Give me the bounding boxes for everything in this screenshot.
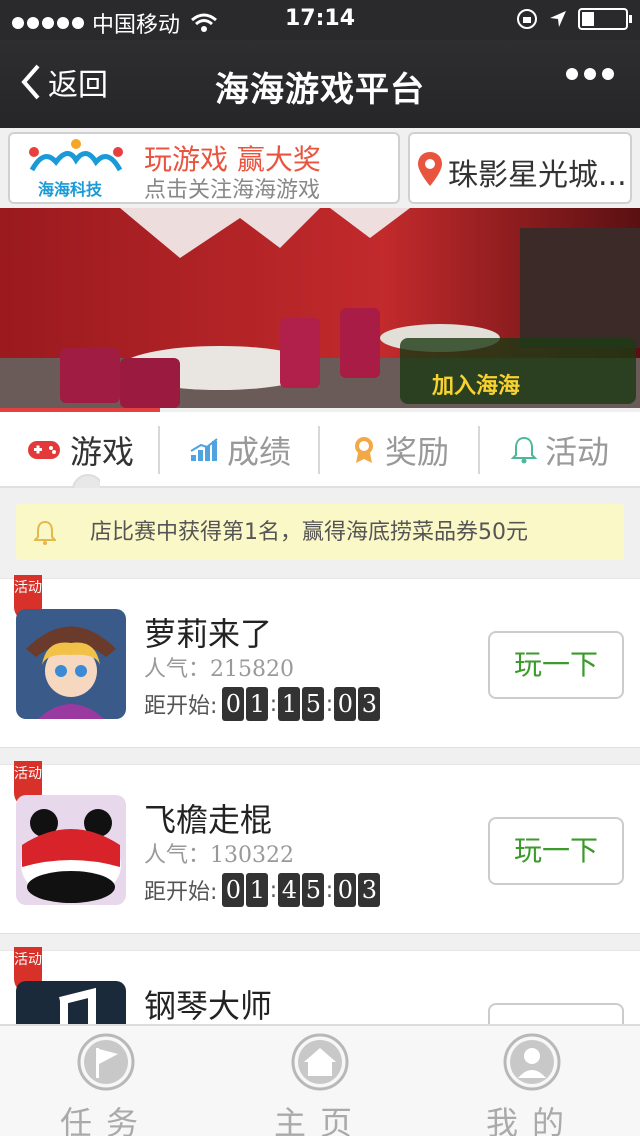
countdown-digit: 0 xyxy=(222,687,245,721)
countdown-digit: 3 xyxy=(358,873,381,907)
countdown-label: 距开始: xyxy=(144,880,218,905)
game-popularity: 人气：130322 xyxy=(144,843,294,868)
game-card: 活动 萝莉来了 人气：215820 距开始: 01:15:03 玩一下 xyxy=(0,575,640,748)
nav-label: 我的 xyxy=(485,1104,578,1136)
nav-me[interactable]: 我的 xyxy=(462,1032,602,1136)
tab-label: 活动 xyxy=(544,433,609,471)
nav-home[interactable]: 主页 xyxy=(250,1032,390,1136)
chart-icon xyxy=(190,438,218,461)
countdown-digit: 1 xyxy=(246,687,269,721)
tab-label: 奖励 xyxy=(384,433,449,471)
game-popularity: 人气：215820 xyxy=(144,657,294,682)
tab-scores[interactable]: 成绩 xyxy=(160,412,320,488)
status-bar: 中国移动 17:14 xyxy=(0,0,640,40)
nav-tasks[interactable]: 任务 xyxy=(36,1032,176,1136)
countdown-label: 距开始: xyxy=(144,694,218,719)
countdown-digit: 1 xyxy=(246,873,269,907)
countdown-digit: 4 xyxy=(278,873,301,907)
user-icon xyxy=(503,1033,561,1091)
nav-label: 任务 xyxy=(59,1104,152,1136)
game-name: 萝莉来了 xyxy=(144,615,273,653)
game-countdown: 距开始: 01:45:03 xyxy=(144,873,381,907)
promo-subtitle: 点击关注海海游戏 xyxy=(144,178,321,203)
logo-text: 海海科技 xyxy=(38,180,103,199)
tab-indicator xyxy=(72,474,100,488)
location-arrow-icon xyxy=(550,11,566,27)
bottom-nav: 任务 主页 我的 xyxy=(0,1024,640,1136)
play-button[interactable]: 玩一下 xyxy=(488,817,624,885)
gamepad-icon xyxy=(27,441,60,459)
more-button[interactable] xyxy=(566,68,614,80)
game-thumbnail[interactable] xyxy=(16,609,126,719)
bell-icon xyxy=(34,520,56,545)
countdown-digit: 1 xyxy=(278,687,301,721)
page-title: 海海游戏平台 xyxy=(215,70,425,110)
tab-label: 成绩 xyxy=(226,433,291,471)
countdown-digit: 3 xyxy=(358,687,381,721)
bell-icon xyxy=(510,436,537,464)
nav-label: 主页 xyxy=(273,1104,366,1136)
notice-text: 店比赛中获得第1名，赢得海底捞菜品券50元 xyxy=(90,520,528,545)
game-name: 飞檐走棍 xyxy=(144,801,273,839)
map-pin-icon xyxy=(418,152,442,186)
home-icon xyxy=(291,1033,349,1091)
countdown-digit: 5 xyxy=(302,687,325,721)
promo-banner[interactable]: 加入海海 xyxy=(0,208,640,408)
game-thumbnail[interactable] xyxy=(16,795,126,905)
follow-promo-card[interactable]: 海海科技 玩游戏 赢大奖 点击关注海海游戏 xyxy=(8,132,400,204)
battery-icon xyxy=(578,8,632,30)
tab-rewards[interactable]: 奖励 xyxy=(320,412,480,488)
countdown-digit: 0 xyxy=(334,687,357,721)
play-button[interactable]: 玩一下 xyxy=(488,631,624,699)
rotation-lock-icon xyxy=(517,9,537,29)
countdown-digit: 0 xyxy=(334,873,357,907)
tab-label: 游戏 xyxy=(69,433,134,471)
location-selector[interactable]: 珠影星光城... xyxy=(408,132,632,204)
restaurant-photo xyxy=(0,208,640,408)
countdown-digit: 5 xyxy=(302,873,325,907)
tab-activities[interactable]: 活动 xyxy=(480,412,640,488)
location-name: 珠影星光城... xyxy=(448,158,627,193)
countdown-digit: 0 xyxy=(222,873,245,907)
nav-bar: 返回 海海游戏平台 xyxy=(0,40,640,128)
game-name: 钢琴大师 xyxy=(144,987,273,1025)
flag-icon xyxy=(77,1033,135,1091)
game-card: 活动 飞檐走棍 人气：130322 距开始: 01:45:03 玩一下 xyxy=(0,761,640,934)
notice-bar: 店比赛中获得第1名，赢得海底捞菜品券50元 xyxy=(16,504,624,560)
banner-overlay-text: 加入海海 xyxy=(432,374,521,399)
medal-icon xyxy=(354,437,373,463)
game-countdown: 距开始: 01:15:03 xyxy=(144,687,381,721)
